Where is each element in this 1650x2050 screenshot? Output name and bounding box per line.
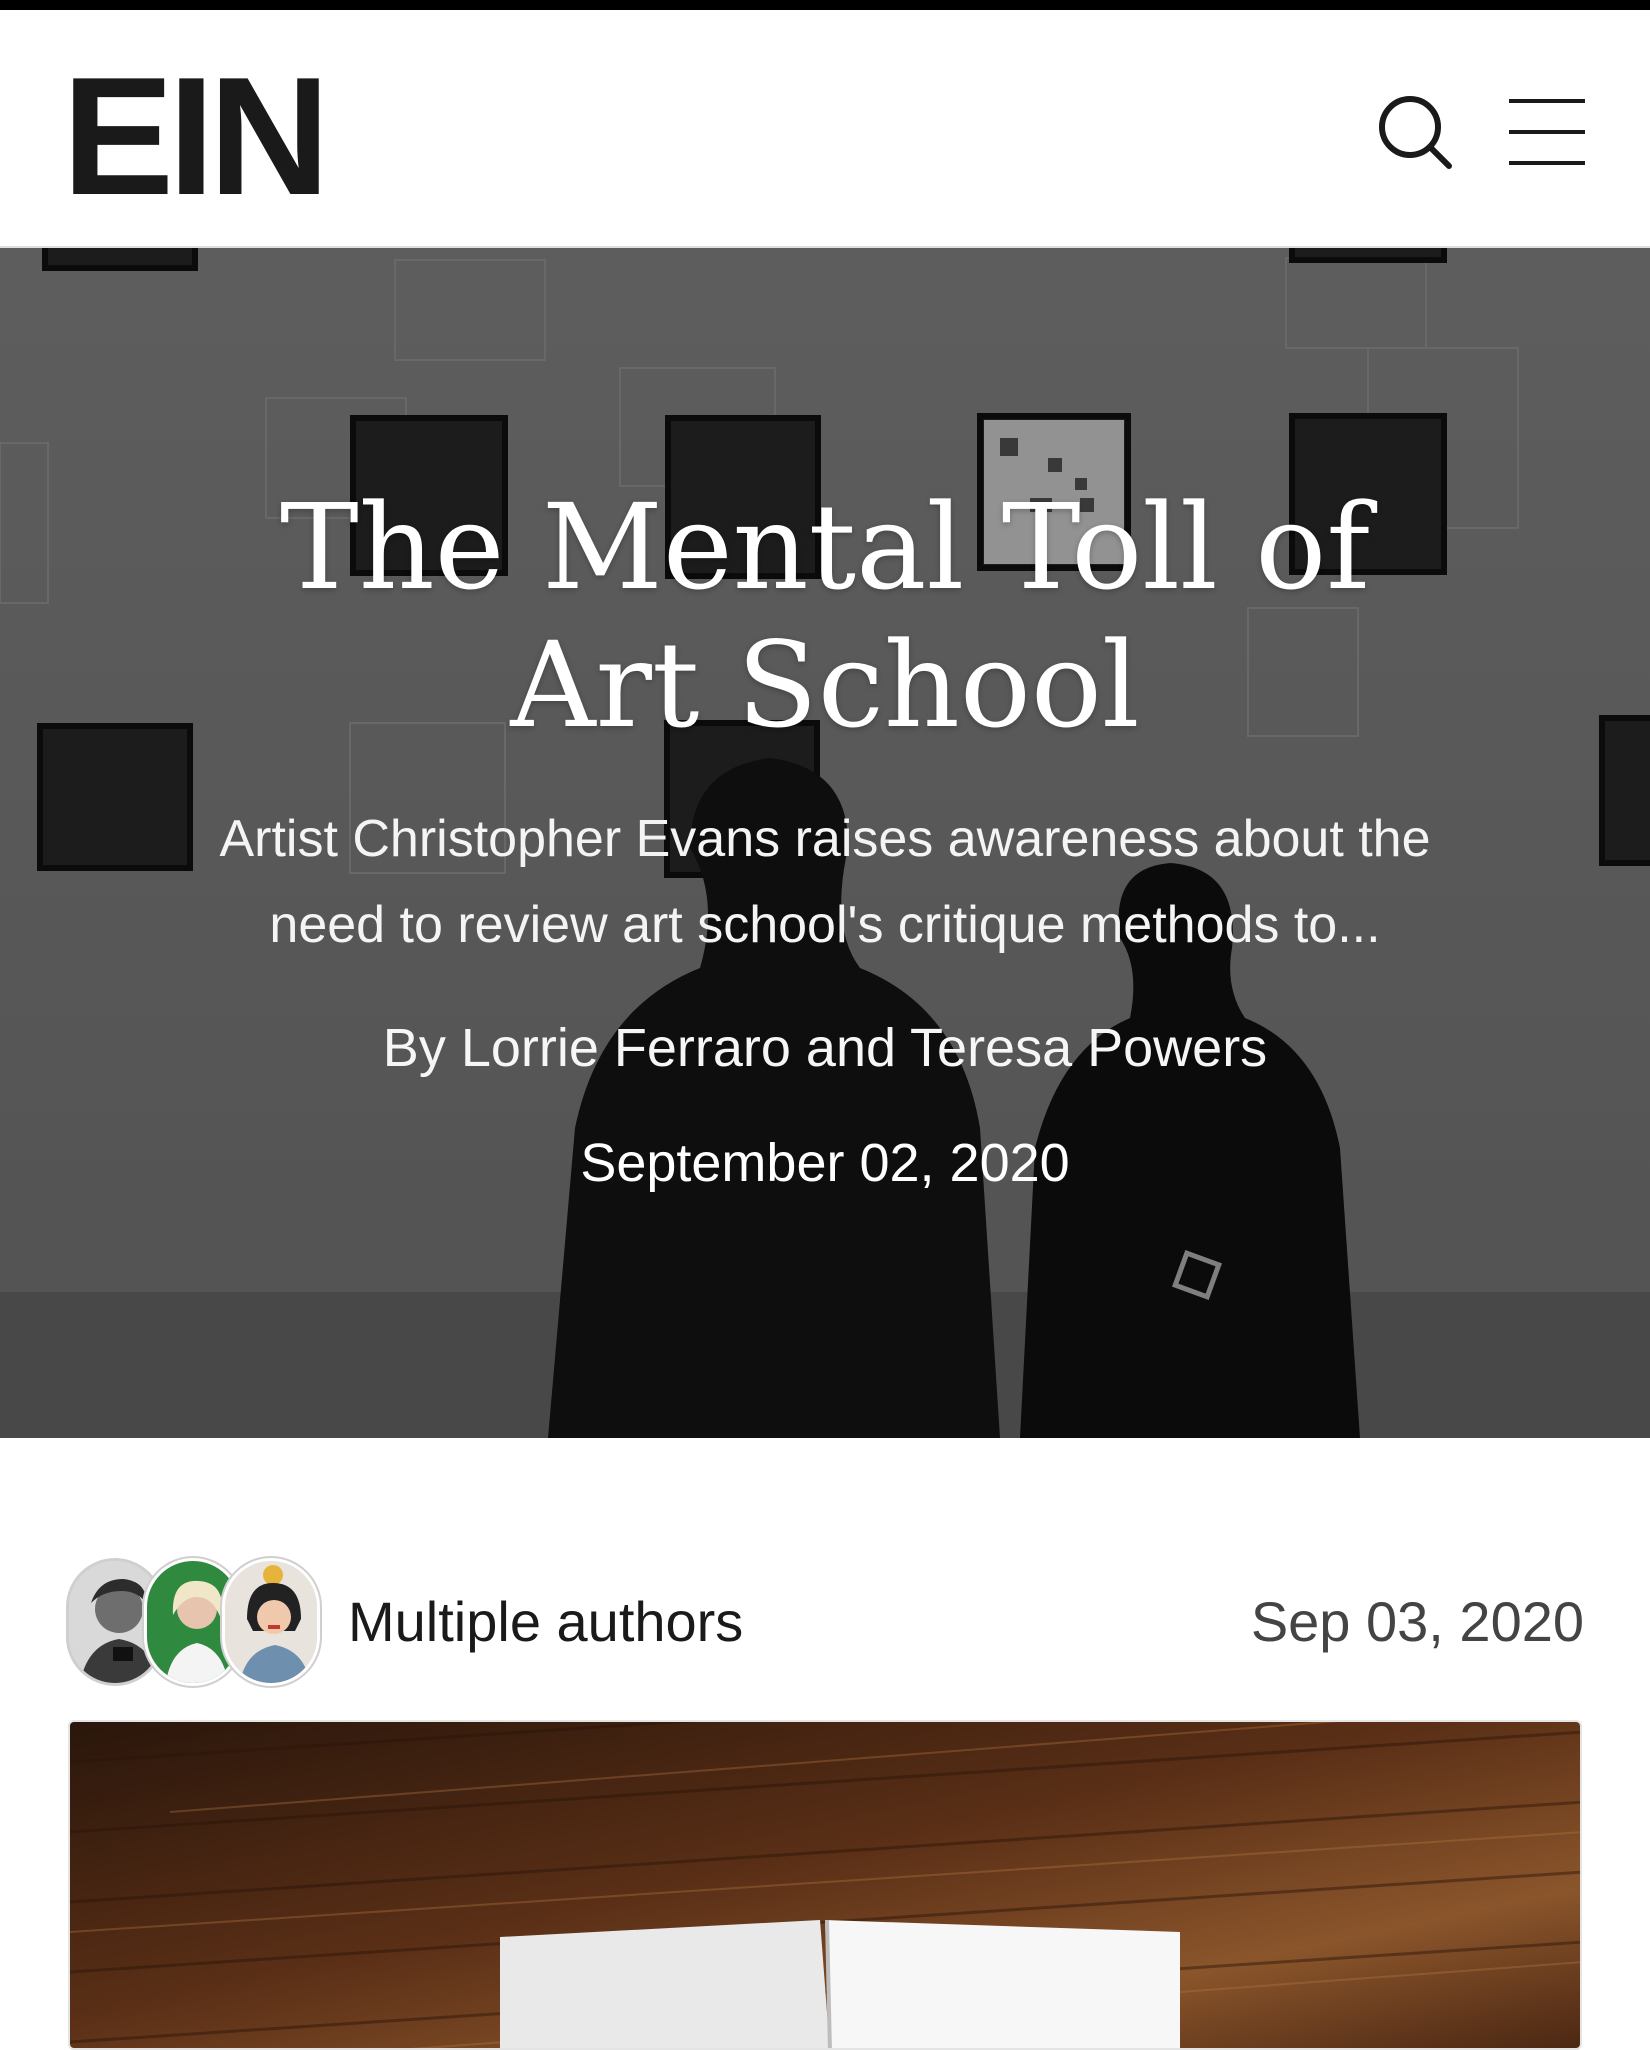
- site-header: EIN: [0, 10, 1650, 248]
- hamburger-menu-icon: [1509, 99, 1585, 165]
- article-byline: By Lorrie Ferraro and Teresa Powers: [382, 1018, 1268, 1078]
- post-meta-row: Multiple authors Sep 03, 2020: [66, 1556, 1584, 1688]
- menu-button[interactable]: [1507, 92, 1587, 172]
- site-logo[interactable]: EIN: [62, 52, 330, 220]
- wood-desk-notebook-image: [70, 1722, 1580, 2048]
- article-title[interactable]: The Mental Toll of Art School: [180, 478, 1470, 754]
- post-date: Sep 03, 2020: [1250, 1590, 1584, 1653]
- hero-feature[interactable]: The Mental Toll of Art School Artist Chr…: [0, 248, 1650, 1438]
- post-image[interactable]: [68, 1720, 1582, 2050]
- article-summary: Artist Christopher Evans raises awarenes…: [219, 810, 1431, 954]
- avatar-photo-3: [225, 1561, 317, 1683]
- hero-content: The Mental Toll of Art School Artist Chr…: [0, 248, 1650, 1438]
- author-avatar-3[interactable]: [222, 1558, 320, 1686]
- article-date: September 02, 2020: [580, 1133, 1070, 1193]
- search-button[interactable]: [1375, 92, 1455, 172]
- authors-label[interactable]: Multiple authors: [348, 1586, 743, 1658]
- search-icon: [1379, 96, 1452, 169]
- top-strip: [0, 0, 1650, 10]
- author-avatars[interactable]: [66, 1556, 326, 1688]
